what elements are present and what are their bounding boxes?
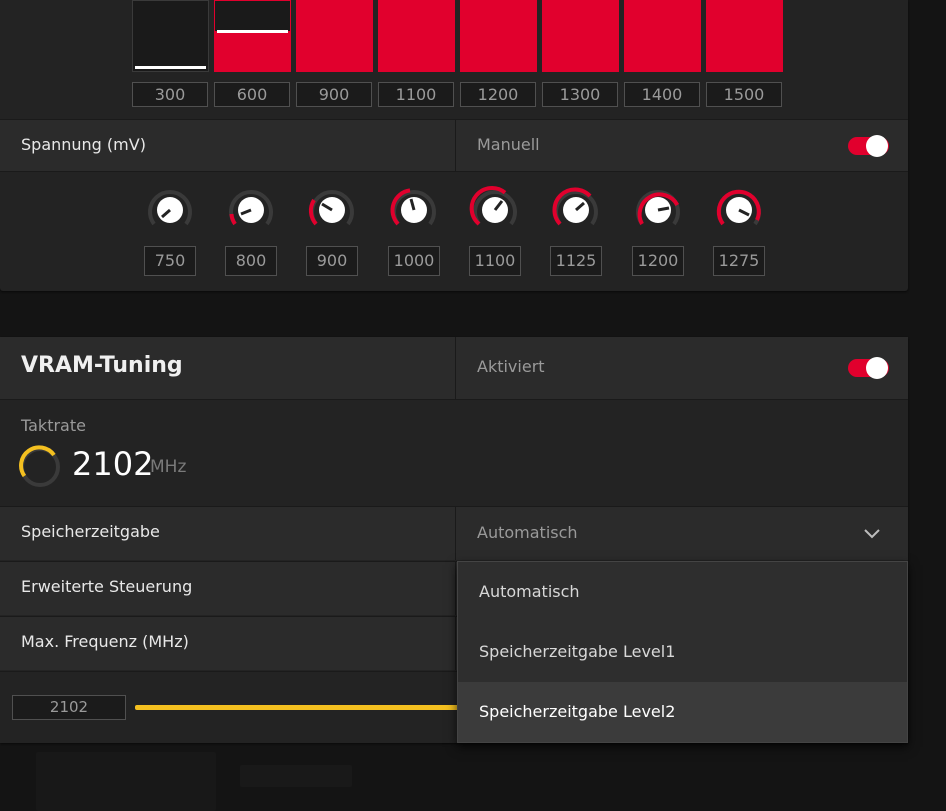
dropdown-option[interactable]: Automatisch	[458, 562, 907, 622]
voltage-knob[interactable]: 1275	[713, 184, 765, 278]
knob-dial-icon	[229, 190, 273, 226]
vram-title: VRAM-Tuning	[21, 353, 183, 378]
vram-toggle[interactable]	[848, 357, 889, 379]
voltage-value-input[interactable]: 1275	[713, 246, 765, 276]
voltage-value-input[interactable]: 1200	[632, 246, 684, 276]
voltage-knob[interactable]: 900	[306, 184, 358, 278]
voltage-value-input[interactable]: 1125	[550, 246, 602, 276]
freq-value-input[interactable]: 1500	[706, 82, 782, 107]
clock-unit: MHz	[150, 457, 187, 477]
max-frequency-input[interactable]: 2102	[12, 695, 126, 720]
background-decoration	[36, 752, 216, 811]
row-divider	[455, 507, 456, 560]
row-divider	[455, 337, 456, 399]
knob-dial-icon	[469, 186, 517, 226]
clock-section: Taktrate 2102 MHz	[0, 401, 908, 505]
freq-bar[interactable]	[542, 0, 619, 72]
voltage-value-input[interactable]: 1000	[388, 246, 440, 276]
freq-bar[interactable]	[706, 0, 783, 72]
voltage-knob[interactable]: 1125	[550, 184, 602, 278]
voltage-value-input[interactable]: 1100	[469, 246, 521, 276]
freq-value-input[interactable]: 1100	[378, 82, 454, 107]
voltage-row: Spannung (mV) Manuell	[0, 119, 908, 172]
row-divider	[455, 120, 456, 171]
voltage-knob[interactable]: 1200	[632, 184, 684, 278]
background-decoration	[240, 765, 352, 787]
freq-value-input[interactable]: 300	[132, 82, 208, 107]
max-frequency-label: Max. Frequenz (MHz)	[21, 632, 189, 651]
knob-dial-icon	[636, 190, 680, 226]
frequency-bars	[132, 0, 788, 72]
dropdown-option-highlighted[interactable]: Speicherzeitgabe Level2	[458, 682, 907, 742]
voltage-value-input[interactable]: 750	[144, 246, 196, 276]
dropdown-option-label: Automatisch	[479, 582, 580, 601]
voltage-knob[interactable]: 800	[225, 184, 277, 278]
voltage-label: Spannung (mV)	[21, 135, 146, 154]
frequency-voltage-panel: 300 600 900 1100 1200 1300 1400 1500 Spa…	[0, 0, 908, 291]
freq-bar[interactable]	[378, 0, 455, 72]
clock-value: 2102	[72, 445, 154, 483]
toggle-knob	[866, 135, 888, 157]
dropdown-option[interactable]: Speicherzeitgabe Level1	[458, 622, 907, 682]
freq-bar[interactable]	[460, 0, 537, 72]
freq-value-input[interactable]: 600	[214, 82, 290, 107]
voltage-knob[interactable]: 1100	[469, 184, 521, 278]
voltage-knobs: 750 800 900 1000 1100 1125 1200 1275	[0, 184, 908, 284]
row-divider	[455, 562, 456, 615]
voltage-mode: Manuell	[477, 135, 540, 154]
chevron-down-icon[interactable]	[862, 523, 882, 543]
freq-bar[interactable]	[624, 0, 701, 72]
knob-dial-icon	[148, 190, 192, 226]
dropdown-option-label: Speicherzeitgabe Level1	[479, 642, 676, 661]
vram-status: Aktiviert	[477, 357, 545, 376]
advanced-control-label: Erweiterte Steuerung	[21, 577, 193, 596]
freq-bar[interactable]	[296, 0, 373, 72]
voltage-toggle[interactable]	[848, 135, 889, 157]
voltage-value-input[interactable]: 900	[306, 246, 358, 276]
memory-timing-label: Speicherzeitgabe	[21, 522, 160, 541]
knob-dial-icon	[552, 187, 598, 226]
knob-dial-icon	[390, 188, 436, 226]
memory-timing-select[interactable]: Automatisch	[477, 523, 578, 542]
freq-value-input[interactable]: 1400	[624, 82, 700, 107]
memory-timing-dropdown: Automatisch Speicherzeitgabe Level1 Spei…	[457, 561, 908, 743]
gauge-ring-icon	[19, 445, 60, 487]
freq-value-input[interactable]: 900	[296, 82, 372, 107]
toggle-knob	[866, 357, 888, 379]
voltage-value-input[interactable]: 800	[225, 246, 277, 276]
knob-dial-icon	[716, 189, 761, 226]
freq-bar-marker	[217, 30, 288, 33]
freq-bar-fill	[215, 31, 290, 71]
voltage-knob[interactable]: 750	[144, 184, 196, 278]
freq-bar[interactable]	[132, 0, 209, 72]
freq-bar[interactable]	[214, 0, 291, 72]
voltage-knob[interactable]: 1000	[388, 184, 440, 278]
freq-value-input[interactable]: 1300	[542, 82, 618, 107]
max-frequency-slider[interactable]	[135, 705, 465, 710]
clock-label: Taktrate	[21, 416, 86, 435]
freq-value-input[interactable]: 1200	[460, 82, 536, 107]
knob-dial-icon	[308, 190, 354, 226]
frequency-labels: 300 600 900 1100 1200 1300 1400 1500	[132, 82, 788, 107]
dropdown-option-label: Speicherzeitgabe Level2	[479, 702, 676, 721]
vram-header: VRAM-Tuning Aktiviert	[0, 337, 908, 400]
memory-timing-row[interactable]: Speicherzeitgabe Automatisch	[0, 506, 908, 560]
freq-bar-marker	[135, 66, 206, 69]
row-divider	[455, 617, 456, 670]
